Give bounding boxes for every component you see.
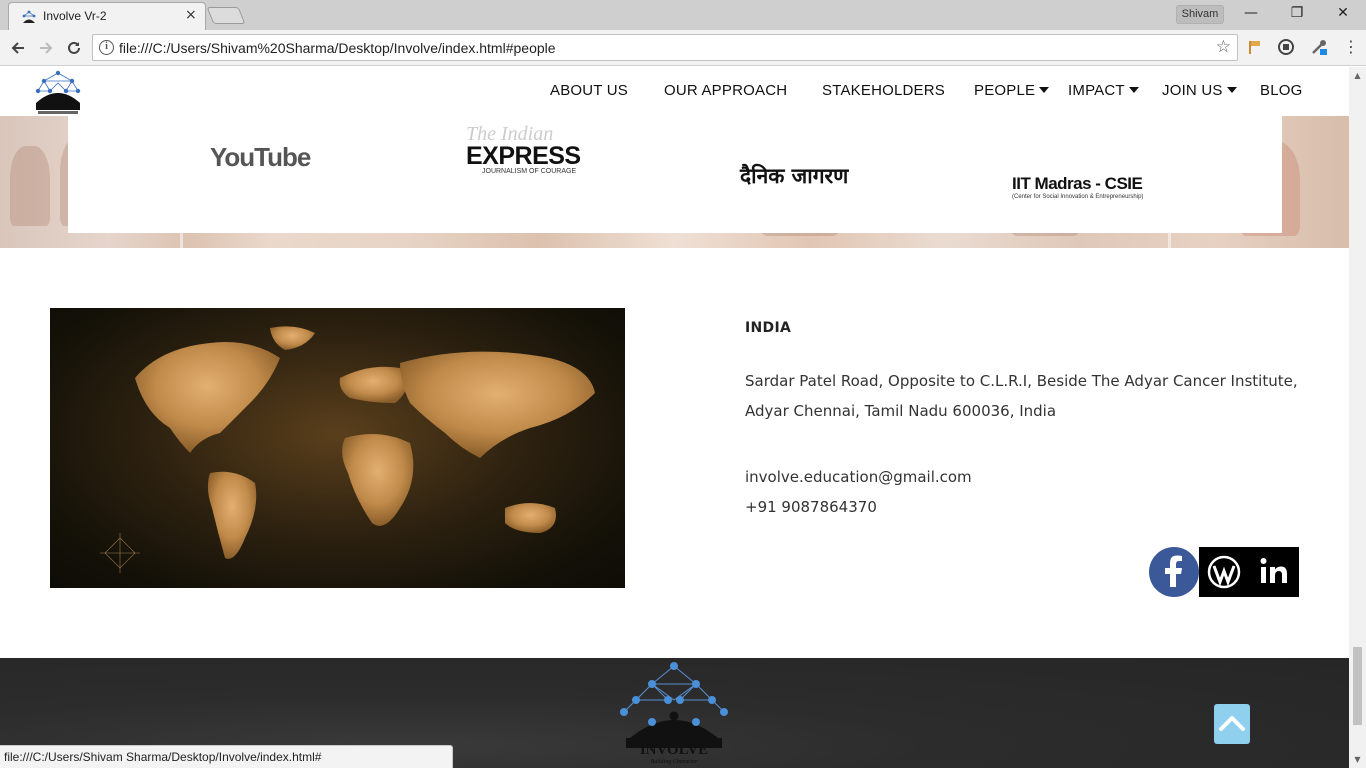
nav-blog[interactable]: BLOG (1260, 82, 1302, 99)
nav-stakeholders-label: STAKEHOLDERS (822, 82, 945, 99)
jagran-text: दैनिक जागरण (740, 164, 849, 188)
nav-join-us[interactable]: JOIN US (1162, 82, 1237, 99)
press-logos-card: YouTube The Indian EXPRESS JOURNALISM OF… (68, 116, 1282, 233)
nav-impact-label: IMPACT (1068, 82, 1125, 99)
nav-impact[interactable]: IMPACT (1068, 82, 1139, 99)
reload-icon[interactable] (61, 35, 87, 61)
menu-dots-icon[interactable]: ⋮ (1338, 35, 1364, 61)
tab-strip: Involve Vr-2 × Shivam — ❐ ✕ (0, 0, 1366, 30)
scroll-up-arrow-icon[interactable]: ▲ (1349, 67, 1366, 84)
tab-close-icon[interactable]: × (185, 7, 197, 23)
chevron-up-icon (1219, 716, 1245, 731)
footer-logo-tagline: Building Character (651, 759, 698, 765)
minimize-button[interactable]: — (1228, 0, 1274, 28)
caret-down-icon (1226, 87, 1237, 93)
scroll-to-top-button[interactable] (1214, 704, 1250, 744)
address-line-2: Adyar Chennai, Tamil Nadu 600036, India (745, 402, 1057, 420)
tab-title: Involve Vr-2 (43, 9, 107, 23)
address-bar[interactable]: i file:///C:/Users/Shivam%20Sharma/Deskt… (92, 34, 1238, 61)
extension-flag-icon[interactable] (1246, 38, 1264, 56)
youtube-logo-text: YouTube (210, 142, 311, 172)
restore-button[interactable]: ❐ (1274, 0, 1320, 28)
page-viewport: YouTube The Indian EXPRESS JOURNALISM OF… (0, 67, 1349, 768)
express-tagline: JOURNALISM OF COURAGE (482, 168, 577, 175)
nav-blog-label: BLOG (1260, 82, 1303, 99)
linkedin-icon[interactable] (1249, 547, 1299, 597)
world-map-drawing (100, 326, 595, 573)
dainik-jagran-logo: दैनिक जागरण (740, 162, 848, 190)
nav-our-approach[interactable]: OUR APPROACH (664, 82, 787, 99)
address-line-1: Sardar Patel Road, Opposite to C.L.R.I, … (745, 372, 1298, 390)
nav-about-us[interactable]: ABOUT US (550, 82, 628, 99)
address-url[interactable]: file:///C:/Users/Shivam%20Sharma/Desktop… (119, 40, 556, 56)
browser-tab[interactable]: Involve Vr-2 × (8, 2, 206, 30)
back-arrow-icon[interactable] (5, 35, 31, 61)
page-scrollbar[interactable]: ▲ ▼ (1349, 67, 1366, 768)
scrollbar-thumb[interactable] (1353, 647, 1362, 725)
browser-toolbar: i file:///C:/Users/Shivam%20Sharma/Deskt… (0, 30, 1366, 66)
forward-arrow-icon[interactable] (33, 35, 59, 61)
extension-record-icon[interactable] (1277, 38, 1295, 56)
nav-about-us-label: ABOUT US (550, 82, 629, 99)
footer-logo-text: INVOLVE (640, 742, 708, 758)
footer-involve-logo: INVOLVE Building Character (620, 662, 728, 765)
iitm-text: IIT Madras - CSIE (1012, 174, 1143, 193)
wordpress-icon[interactable] (1199, 547, 1249, 597)
facebook-icon[interactable] (1149, 547, 1199, 597)
contact-email[interactable]: involve.education@gmail.com (745, 468, 972, 486)
press-background-image: YouTube The Indian EXPRESS JOURNALISM OF… (0, 116, 1349, 248)
nav-people-label: PEOPLE (974, 82, 1036, 99)
indian-express-logo: The Indian EXPRESS JOURNALISM OF COURAGE (466, 124, 581, 175)
world-map-image (50, 308, 625, 588)
youtube-logo: YouTube (210, 142, 311, 173)
express-top-text: The Indian (466, 123, 554, 145)
new-tab-button[interactable] (206, 7, 246, 24)
status-bar: file:///C:/Users/Shivam Sharma/Desktop/I… (0, 745, 453, 768)
caret-down-icon (1128, 87, 1139, 93)
scroll-down-arrow-icon[interactable]: ▼ (1349, 751, 1366, 768)
close-window-button[interactable]: ✕ (1320, 0, 1366, 28)
nav-join-us-label: JOIN US (1162, 82, 1223, 99)
contact-country: INDIA (745, 320, 792, 336)
nav-stakeholders[interactable]: STAKEHOLDERS (822, 82, 945, 99)
favicon-icon (22, 10, 36, 23)
nav-people[interactable]: PEOPLE (974, 82, 1050, 99)
iit-madras-csie-logo: IIT Madras - CSIE (Center for Social Inn… (1012, 174, 1143, 200)
nav-our-approach-label: OUR APPROACH (664, 82, 788, 99)
profile-button[interactable]: Shivam (1176, 5, 1224, 24)
contact-phone[interactable]: +91 9087864370 (745, 498, 877, 516)
iitm-subtitle: (Center for Social Innovation & Entrepre… (1012, 194, 1144, 200)
express-text: EXPRESS (466, 142, 581, 170)
bookmark-star-icon[interactable]: ☆ (1216, 37, 1231, 57)
caret-down-icon (1039, 87, 1050, 93)
info-icon[interactable]: i (99, 40, 114, 55)
site-navbar: ABOUT US OUR APPROACH STAKEHOLDERS PEOPL… (0, 67, 1349, 116)
involve-logo[interactable] (30, 69, 86, 117)
extension-tool-icon[interactable] (1310, 38, 1328, 56)
